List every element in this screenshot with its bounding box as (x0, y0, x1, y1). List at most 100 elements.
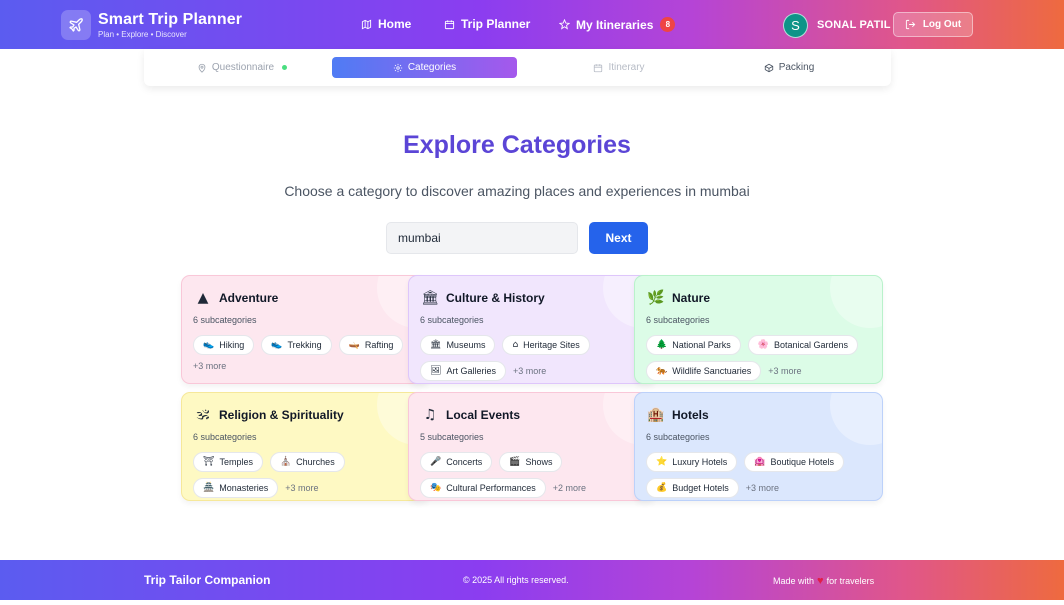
subcategory-label: National Parks (672, 340, 731, 350)
footer-brand: Trip Tailor Companion (144, 573, 271, 587)
nav-trip-planner[interactable]: Trip Planner (444, 17, 530, 31)
subcategory-chip[interactable]: 👟 Hiking (193, 335, 255, 355)
subcategory-label: Hiking (219, 340, 245, 350)
category-title: Adventure (219, 291, 279, 305)
subcategory-chip[interactable]: ⭐ Luxury Hotels (646, 452, 738, 472)
step-categories[interactable]: Categories (332, 57, 517, 78)
made-with-prefix: Made with (773, 576, 815, 586)
category-card-hotels[interactable]: 🏨 Hotels 6 subcategories ⭐ Luxury Hotels 🏩 Bou… (634, 392, 883, 501)
step-itinerary-label: Itinerary (608, 62, 645, 73)
calendar-icon (444, 19, 455, 29)
plane-icon (61, 10, 91, 40)
logout-label: Log Out (922, 19, 962, 30)
category-card-culture-history[interactable]: 🏛 Culture & History 6 subcategories 🏛 Museum… (408, 275, 656, 384)
made-with-suffix: for travelers (826, 576, 875, 586)
subcategory-label: Wildlife Sanctuaries (672, 366, 752, 376)
subcategory-chip[interactable]: 🏩 Boutique Hotels (744, 452, 845, 472)
subcategory-chip[interactable]: 💰 Budget Hotels (646, 478, 739, 498)
subcategory-label: Heritage Sites (523, 340, 580, 350)
top-header: Smart Trip Planner Plan • Explore • Disc… (0, 0, 1064, 49)
category-card-adventure[interactable]: ▲ Adventure 6 subcategories 👟 Hiking 👟 Trekkin… (181, 275, 430, 384)
subcategory-icon: 🏯 (203, 483, 215, 493)
more-subcategories-link[interactable]: +3 more (513, 366, 546, 376)
nav-my-itineraries[interactable]: My Itineraries 8 (559, 17, 676, 32)
category-icon: 🌿 (647, 290, 665, 306)
category-title: Hotels (672, 408, 709, 422)
subcategory-label: Rafting (364, 340, 394, 350)
category-card-religion-spirituality[interactable]: 🕉 Religion & Spirituality 6 subcategories ⛩… (181, 392, 430, 501)
subcategory-icon: ⭐ (656, 457, 668, 467)
subcategory-label: Monasteries (219, 483, 269, 493)
star-icon (559, 19, 570, 30)
category-card-header: 🕉 Religion & Spirituality (193, 407, 344, 423)
heart-icon: ♥ (817, 575, 824, 587)
location-pin-icon (198, 63, 206, 73)
subcategory-chip[interactable]: 🐅 Wildlife Sanctuaries (646, 361, 762, 381)
gear-icon (393, 63, 402, 72)
subcategory-chip[interactable]: 🎤 Concerts (420, 452, 493, 472)
destination-input[interactable] (386, 222, 578, 254)
box-icon (764, 63, 773, 72)
subcategory-chip[interactable]: ⛪ Churches (269, 452, 345, 472)
subcategory-label: Botanical Gardens (773, 340, 849, 350)
subcategory-icon: ⛩ (203, 457, 215, 467)
category-title: Local Events (446, 408, 521, 422)
subcategory-icon: 💰 (656, 483, 668, 493)
next-button[interactable]: Next (589, 222, 648, 254)
subcategory-count: 6 subcategories (193, 315, 257, 325)
subcategory-chips: 🏛 Museums ⌂ Heritage Sites 🖼 Art Galleries +3 … (420, 335, 652, 381)
subcategory-icon: 🏛 (430, 340, 442, 350)
category-icon: 🏛 (421, 290, 439, 306)
step-packing-label: Packing (778, 62, 815, 73)
subcategory-chip[interactable]: 🎬 Shows (499, 452, 563, 472)
brand-subtitle: Plan • Explore • Discover (98, 29, 187, 39)
more-subcategories-link[interactable]: +2 more (553, 483, 586, 493)
subcategory-chip[interactable]: 🛶 Rafting (338, 335, 404, 355)
step-itinerary[interactable]: Itinerary (564, 57, 674, 78)
more-subcategories-link[interactable]: +3 more (768, 366, 801, 376)
subcategory-icon: 🖼 (430, 366, 442, 376)
step-categories-label: Categories (407, 62, 457, 73)
subcategory-chips: 👟 Hiking 👟 Trekking 🛶 Rafting +3 more (193, 335, 425, 371)
nav-home[interactable]: Home (361, 17, 411, 31)
subcategory-icon: 🌲 (656, 340, 668, 350)
logout-button[interactable]: Log Out (893, 12, 973, 37)
subcategory-icon: 🐅 (656, 366, 668, 376)
subcategory-chip[interactable]: 🖼 Art Galleries (420, 361, 506, 381)
subcategory-chip[interactable]: ⛩ Temples (193, 452, 263, 472)
subcategory-chip[interactable]: ⌂ Heritage Sites (502, 335, 590, 355)
subcategory-icon: 👟 (271, 340, 283, 350)
step-questionnaire[interactable]: Questionnaire (192, 57, 292, 78)
subcategory-count: 5 subcategories (420, 432, 484, 442)
brand-title: Smart Trip Planner (98, 10, 243, 28)
subcategory-chip[interactable]: 🏛 Museums (420, 335, 496, 355)
category-card-header: ▲ Adventure (193, 290, 279, 306)
avatar[interactable]: S (783, 13, 808, 38)
more-subcategories-link[interactable]: +3 more (746, 483, 779, 493)
subcategory-chip[interactable]: 👟 Trekking (261, 335, 332, 355)
category-card-local-events[interactable]: ♫ Local Events 5 subcategories 🎤 Concerts 🎬 Sh… (408, 392, 656, 501)
subcategory-chip[interactable]: 🌸 Botanical Gardens (747, 335, 859, 355)
map-icon (361, 19, 372, 29)
subcategory-chip[interactable]: 🎭 Cultural Performances (420, 478, 546, 498)
progress-steps: Questionnaire Categories Itinerary Packi… (144, 49, 891, 86)
nav-home-label: Home (378, 17, 412, 31)
category-title: Religion & Spirituality (219, 408, 344, 422)
subcategory-chips: 🎤 Concerts 🎬 Shows 🎭 Cultural Performances +2 … (420, 452, 652, 498)
category-icon: 🕉 (196, 407, 210, 423)
more-subcategories-link[interactable]: +3 more (193, 361, 226, 371)
subcategory-icon: 👟 (203, 340, 215, 350)
more-subcategories-link[interactable]: +3 more (285, 483, 318, 493)
subcategory-count: 6 subcategories (646, 315, 710, 325)
category-card-nature[interactable]: 🌿 Nature 6 subcategories 🌲 National Parks 🌸 Bo… (634, 275, 883, 384)
subcategory-icon: 🌸 (757, 340, 769, 350)
step-packing[interactable]: Packing (744, 57, 834, 78)
subcategory-icon: 🏩 (754, 457, 766, 467)
step-questionnaire-label: Questionnaire (211, 62, 275, 73)
subcategory-chip[interactable]: 🌲 National Parks (646, 335, 741, 355)
subcategory-label: Museums (446, 340, 486, 350)
brand[interactable]: Smart Trip Planner Plan • Explore • Disc… (61, 10, 242, 40)
user-name: SONAL PATIL (817, 19, 891, 31)
subcategory-icon: ⛪ (279, 457, 292, 467)
subcategory-chip[interactable]: 🏯 Monasteries (193, 478, 279, 498)
